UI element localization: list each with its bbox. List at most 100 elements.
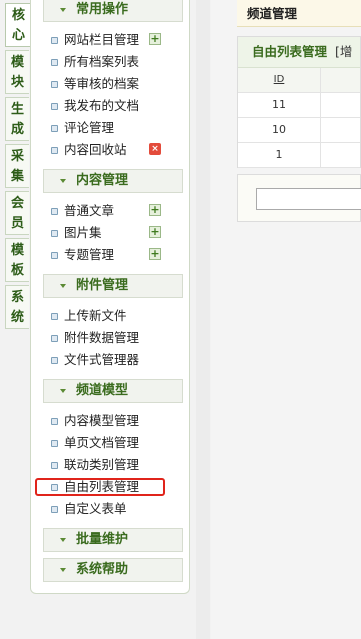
- page-title: 频道管理: [237, 0, 361, 27]
- menu-item-my-docs[interactable]: 我发布的文档: [49, 96, 184, 116]
- menu-item-linkage-categories[interactable]: 联动类别管理: [49, 455, 184, 475]
- bullet-icon: [51, 440, 58, 447]
- vtab-template-label: 模 板: [10, 243, 24, 278]
- menu-item-label: 单页文档管理: [64, 435, 140, 450]
- menu-item-attach-data[interactable]: 附件数据管理: [49, 328, 184, 348]
- bullet-icon: [51, 462, 58, 469]
- bullet-icon: [51, 230, 58, 237]
- vtab-member-label: 会 员: [10, 196, 24, 231]
- menu-item-label: 所有档案列表: [64, 54, 140, 69]
- menu-item-label: 附件数据管理: [64, 330, 140, 345]
- menu-item-label: 内容模型管理: [64, 413, 140, 428]
- menu-item-pending-archives[interactable]: 等审核的档案: [49, 74, 184, 94]
- vtab-template[interactable]: 模 板: [5, 238, 29, 282]
- menu-item-label: 我发布的文档: [64, 98, 140, 113]
- menu-item-upload[interactable]: 上传新文件: [49, 306, 184, 326]
- frame-divider: [196, 0, 210, 639]
- vtab-generate[interactable]: 生 成: [5, 97, 29, 141]
- chevron-down-icon: [60, 284, 66, 288]
- bullet-icon: [51, 103, 58, 110]
- add-icon[interactable]: +: [149, 248, 161, 260]
- menu-item-label: 自定义表单: [64, 501, 127, 516]
- menu-item-topics[interactable]: 专题管理 +: [49, 245, 184, 265]
- vtab-core-label: 核 心: [11, 8, 25, 43]
- table-cell-id: 11: [238, 93, 321, 117]
- menu-item-label: 网站栏目管理: [64, 32, 140, 47]
- vtab-member[interactable]: 会 员: [5, 191, 29, 235]
- bullet-icon: [51, 252, 58, 259]
- bullet-icon: [51, 357, 58, 364]
- free-list-panel: 自由列表管理 [增 ID 11 10 1: [237, 36, 361, 168]
- menu-item-comments[interactable]: 评论管理: [49, 118, 184, 138]
- bullet-icon: [51, 37, 58, 44]
- vtab-core[interactable]: 核 心: [5, 3, 31, 47]
- menu-item-label: 联动类别管理: [64, 457, 140, 472]
- section-attach-header[interactable]: 附件管理: [43, 274, 183, 298]
- chevron-down-icon: [60, 8, 66, 12]
- bullet-icon: [51, 208, 58, 215]
- section-content-header[interactable]: 内容管理: [43, 169, 183, 193]
- section-attach-title: 附件管理: [76, 278, 129, 293]
- section-help-header[interactable]: 系统帮助: [43, 558, 183, 582]
- vtab-system[interactable]: 系 统: [5, 285, 29, 329]
- section-batch-header[interactable]: 批量维护: [43, 528, 183, 552]
- section-channel-header[interactable]: 频道模型: [43, 379, 183, 403]
- bullet-icon: [51, 506, 58, 513]
- chevron-down-icon: [60, 179, 66, 183]
- vtab-collect[interactable]: 采 集: [5, 144, 29, 188]
- menu-item-label: 普通文章: [64, 203, 115, 218]
- menu-item-site-columns[interactable]: 网站栏目管理 +: [49, 30, 184, 50]
- bullet-icon: [51, 418, 58, 425]
- bullet-icon: [51, 59, 58, 66]
- section-help-title: 系统帮助: [76, 562, 129, 577]
- menu-item-label: 专题管理: [64, 247, 115, 262]
- menu-item-label: 文件式管理器: [64, 352, 140, 367]
- menu-item-label: 上传新文件: [64, 308, 127, 323]
- side-menu: 常用操作 网站栏目管理 + 所有档案列表 等审核的档案 我发布的文档 评论管理 内…: [30, 0, 190, 594]
- vtab-module[interactable]: 模 块: [5, 50, 29, 94]
- section-channel-title: 频道模型: [76, 383, 129, 398]
- panel-header: 自由列表管理 [增: [238, 37, 360, 68]
- chevron-down-icon: [60, 389, 66, 393]
- add-icon[interactable]: +: [149, 226, 161, 238]
- bullet-icon: [51, 81, 58, 88]
- menu-item-content-models[interactable]: 内容模型管理: [49, 411, 184, 431]
- delete-icon[interactable]: ×: [149, 143, 161, 155]
- selection-highlight: [35, 478, 165, 496]
- vtab-module-label: 模 块: [10, 55, 24, 90]
- menu-item-all-archives[interactable]: 所有档案列表: [49, 52, 184, 72]
- section-batch-title: 批量维护: [76, 532, 129, 547]
- table-row: 11: [238, 93, 360, 118]
- add-link[interactable]: [增: [335, 44, 352, 59]
- vertical-tab-bar: 核 心 模 块 生 成 采 集 会 员 模 板 系 统: [0, 0, 31, 639]
- table-header-row: ID: [238, 68, 360, 93]
- section-common-title: 常用操作: [76, 2, 129, 17]
- search-input[interactable]: [256, 188, 361, 210]
- menu-item-label: 内容回收站: [64, 142, 127, 157]
- table-row: 10: [238, 118, 360, 143]
- table-cell-id: 1: [238, 143, 321, 167]
- menu-item-recycle-bin[interactable]: 内容回收站 ×: [49, 140, 184, 160]
- chevron-down-icon: [60, 538, 66, 542]
- table-cell-id: 10: [238, 118, 321, 142]
- bullet-icon: [51, 335, 58, 342]
- menu-item-label: 图片集: [64, 225, 102, 240]
- menu-item-label: 评论管理: [64, 120, 115, 135]
- section-common-header[interactable]: 常用操作: [43, 0, 183, 22]
- panel-title: 自由列表管理: [252, 44, 328, 59]
- menu-item-custom-forms[interactable]: 自定义表单: [49, 499, 184, 519]
- menu-item-file-manager[interactable]: 文件式管理器: [49, 350, 184, 370]
- menu-item-label: 等审核的档案: [64, 76, 140, 91]
- column-id-header[interactable]: ID: [238, 68, 321, 92]
- search-box-area: [237, 174, 361, 222]
- main-content: 频道管理 自由列表管理 [增 ID 11 10 1: [211, 0, 361, 639]
- vtab-collect-label: 采 集: [10, 149, 24, 184]
- menu-item-articles[interactable]: 普通文章 +: [49, 201, 184, 221]
- add-icon[interactable]: +: [149, 33, 161, 45]
- add-icon[interactable]: +: [149, 204, 161, 216]
- section-content-title: 内容管理: [76, 173, 129, 188]
- vtab-system-label: 系 统: [10, 290, 24, 325]
- menu-item-single-pages[interactable]: 单页文档管理: [49, 433, 184, 453]
- table-row: 1: [238, 143, 360, 168]
- menu-item-image-sets[interactable]: 图片集 +: [49, 223, 184, 243]
